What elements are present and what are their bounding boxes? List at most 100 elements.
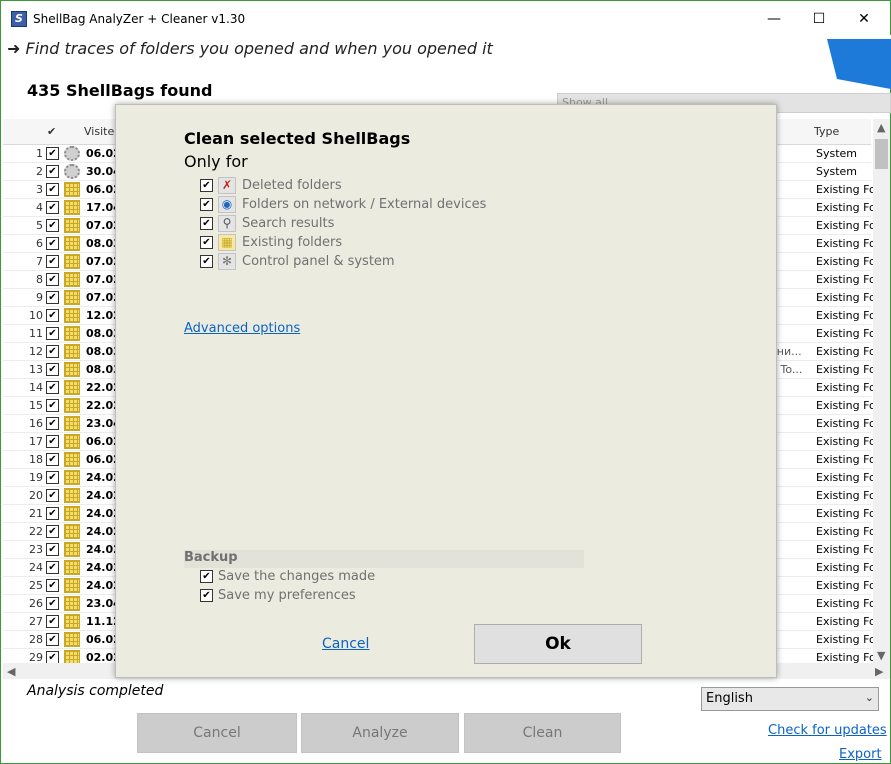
- folder-icon: [64, 470, 80, 485]
- folder-icon: [64, 218, 80, 233]
- option-label: Deleted folders: [242, 178, 342, 193]
- folder-icon: [64, 614, 80, 629]
- row-checkbox[interactable]: ✔: [46, 417, 59, 430]
- row-checkbox[interactable]: ✔: [46, 327, 59, 340]
- analyze-button[interactable]: Analyze: [301, 713, 459, 753]
- dialog-ok-button[interactable]: Ok: [474, 624, 642, 664]
- folder-icon: [64, 182, 80, 197]
- row-checkbox[interactable]: ✔: [46, 525, 59, 538]
- row-checkbox[interactable]: ✔: [46, 579, 59, 592]
- row-checkbox[interactable]: ✔: [46, 543, 59, 556]
- row-checkbox[interactable]: ✔: [46, 399, 59, 412]
- row-checkbox[interactable]: ✔: [46, 561, 59, 574]
- check-updates-link[interactable]: Check for updates: [768, 723, 887, 738]
- close-button[interactable]: ✕: [849, 7, 879, 31]
- row-checkbox[interactable]: ✔: [46, 201, 59, 214]
- row-checkbox[interactable]: ✔: [46, 615, 59, 628]
- row-number: 27: [29, 615, 43, 628]
- folder-icon: [64, 308, 80, 323]
- row-number: 6: [36, 237, 43, 250]
- minimize-button[interactable]: —: [759, 7, 789, 31]
- scroll-right-icon[interactable]: ▶: [875, 665, 883, 678]
- row-number: 2: [36, 165, 43, 178]
- row-number: 16: [29, 417, 43, 430]
- dialog-subtitle: Only for: [184, 152, 248, 171]
- folder-icon: [64, 452, 80, 467]
- select-all-checkmark-icon[interactable]: ✔: [47, 125, 56, 138]
- folder-icon: [64, 416, 80, 431]
- checkbox-icon[interactable]: ✔: [200, 198, 213, 211]
- row-checkbox[interactable]: ✔: [46, 255, 59, 268]
- column-header-type[interactable]: Type: [814, 125, 839, 138]
- row-type: Existing Fol: [816, 525, 879, 538]
- row-type: Existing Fol: [816, 183, 879, 196]
- row-type: Existing Fol: [816, 615, 879, 628]
- row-checkbox[interactable]: ✔: [46, 345, 59, 358]
- scroll-thumb[interactable]: [875, 139, 888, 169]
- scroll-down-icon[interactable]: ▼: [877, 649, 885, 662]
- checkbox-icon[interactable]: ✔: [200, 255, 213, 268]
- row-checkbox[interactable]: ✔: [46, 219, 59, 232]
- checkbox-icon[interactable]: ✔: [200, 570, 213, 583]
- clean-button[interactable]: Clean: [464, 713, 621, 753]
- folder-icon: [64, 398, 80, 413]
- row-checkbox[interactable]: ✔: [46, 471, 59, 484]
- row-number: 23: [29, 543, 43, 556]
- window-title: ShellBag AnalyZer + Cleaner v1.30: [33, 12, 246, 26]
- folder-icon: [64, 344, 80, 359]
- globe-icon: ◉: [218, 196, 236, 213]
- row-checkbox[interactable]: ✔: [46, 291, 59, 304]
- row-type: System: [816, 165, 858, 178]
- row-checkbox[interactable]: ✔: [46, 183, 59, 196]
- row-checkbox[interactable]: ✔: [46, 597, 59, 610]
- folder-icon: [64, 200, 80, 215]
- option-label: Existing folders: [242, 235, 343, 250]
- checkbox-icon[interactable]: ✔: [200, 179, 213, 192]
- row-checkbox[interactable]: ✔: [46, 489, 59, 502]
- row-checkbox[interactable]: ✔: [46, 363, 59, 376]
- row-number: 21: [29, 507, 43, 520]
- row-number: 18: [29, 453, 43, 466]
- folder-icon: [64, 524, 80, 539]
- row-checkbox[interactable]: ✔: [46, 273, 59, 286]
- advanced-options-link[interactable]: Advanced options: [184, 321, 300, 336]
- row-type: System: [816, 147, 858, 160]
- row-number: 14: [29, 381, 43, 394]
- folder-icon: [64, 506, 80, 521]
- row-checkbox[interactable]: ✔: [46, 381, 59, 394]
- scroll-up-icon[interactable]: ▲: [877, 121, 885, 134]
- dialog-cancel-link[interactable]: Cancel: [322, 636, 369, 652]
- row-checkbox[interactable]: ✔: [46, 507, 59, 520]
- option-label: Folders on network / External devices: [242, 197, 487, 212]
- maximize-button[interactable]: ☐: [804, 7, 834, 31]
- language-select[interactable]: English ⌄: [701, 687, 879, 711]
- row-checkbox[interactable]: ✔: [46, 147, 59, 160]
- checkbox-icon[interactable]: ✔: [200, 236, 213, 249]
- row-checkbox[interactable]: ✔: [46, 453, 59, 466]
- row-number: 8: [36, 273, 43, 286]
- folder-icon: [64, 542, 80, 557]
- export-link[interactable]: Export: [839, 747, 882, 762]
- folder-icon: [64, 362, 80, 377]
- scroll-left-icon[interactable]: ◀: [7, 665, 15, 678]
- cancel-button[interactable]: Cancel: [137, 713, 297, 753]
- row-type: Existing Fol: [816, 435, 879, 448]
- gear-icon: [64, 146, 80, 161]
- row-number: 3: [36, 183, 43, 196]
- backup-section-header: Backup: [184, 550, 584, 568]
- titlebar: S ShellBag AnalyZer + Cleaner v1.30 — ☐ …: [1, 1, 890, 37]
- row-checkbox[interactable]: ✔: [46, 237, 59, 250]
- checkbox-icon[interactable]: ✔: [200, 589, 213, 602]
- row-type: Existing Fol: [816, 579, 879, 592]
- row-checkbox[interactable]: ✔: [46, 633, 59, 646]
- row-type: Existing Fol: [816, 219, 879, 232]
- vertical-scrollbar[interactable]: ▲ ▼: [873, 119, 890, 667]
- option-label: Save my preferences: [218, 588, 356, 603]
- checkbox-icon[interactable]: ✔: [200, 217, 213, 230]
- row-type: Existing Fol: [816, 489, 879, 502]
- row-checkbox[interactable]: ✔: [46, 435, 59, 448]
- row-type: Existing Fol: [816, 453, 879, 466]
- row-number: 20: [29, 489, 43, 502]
- row-checkbox[interactable]: ✔: [46, 309, 59, 322]
- row-checkbox[interactable]: ✔: [46, 165, 59, 178]
